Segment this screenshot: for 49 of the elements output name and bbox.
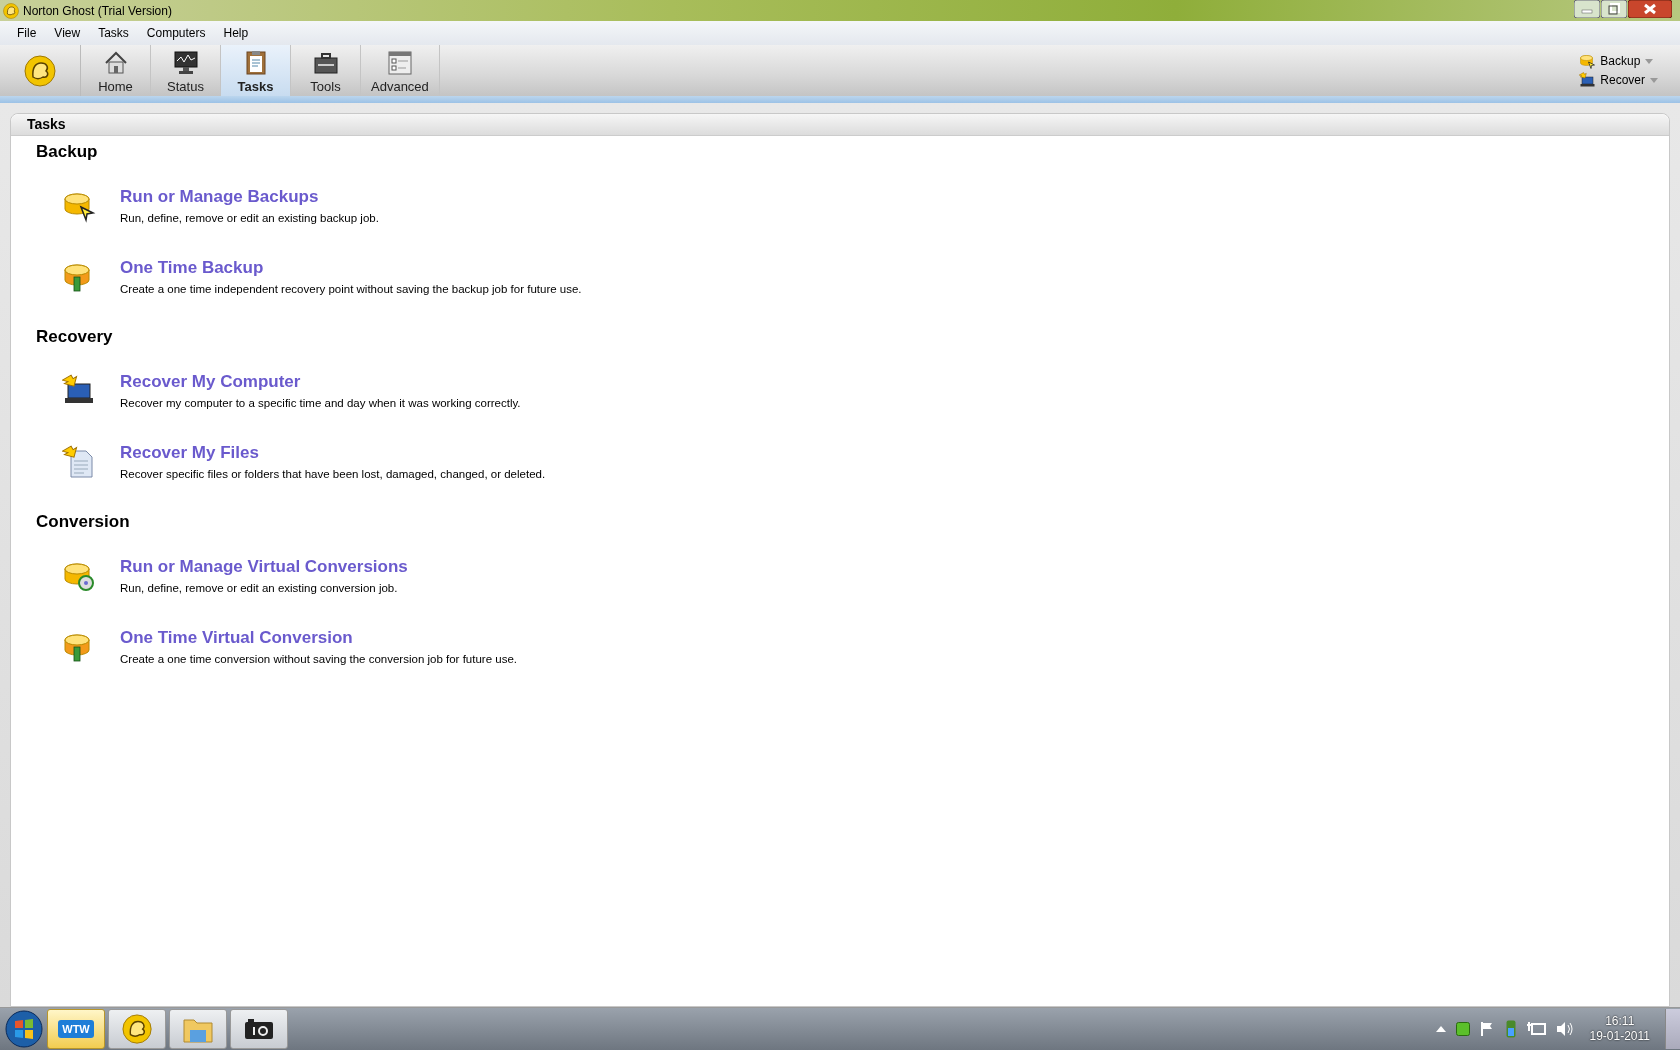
taskbar-app-button[interactable]: [230, 1009, 288, 1049]
menu-item[interactable]: View: [45, 26, 90, 40]
task-description: Create a one time conversion without saving the conversion job for future use.: [120, 653, 517, 665]
ghost-logo-icon[interactable]: [24, 54, 56, 87]
show-desktop-button[interactable]: [1665, 1009, 1680, 1049]
menu-item[interactable]: Help: [214, 26, 258, 40]
window-title: Norton Ghost (Trial Version): [23, 3, 172, 18]
toolbar-tab[interactable]: Tasks: [221, 45, 291, 96]
start-button[interactable]: [4, 1009, 44, 1049]
maximize-button[interactable]: [1601, 0, 1627, 18]
task-description: Run, define, remove or edit an existing backup job.: [120, 212, 379, 224]
document-with-arrow-icon: [62, 444, 96, 479]
section-heading: Backup: [36, 142, 99, 162]
menu-item[interactable]: Computers: [137, 26, 215, 40]
laptop-with-arrow-icon: [1579, 72, 1596, 88]
task-link[interactable]: Run or Manage Virtual Conversions: [120, 557, 408, 577]
menu-item[interactable]: File: [8, 26, 46, 40]
settings-window-icon: [385, 49, 414, 77]
tray-app-icon[interactable]: [1455, 1022, 1470, 1036]
minimize-button[interactable]: [1574, 0, 1600, 18]
quick-action-button[interactable]: Recover: [1579, 72, 1658, 88]
speech-bubble-icon: WTW: [58, 1020, 94, 1038]
task-description: Recover specific files or folders that have been lost, damaged, changed, or deleted.: [120, 468, 546, 480]
monitor-icon: [171, 49, 200, 77]
panel-title: Tasks: [11, 114, 1669, 136]
task-link[interactable]: One Time Backup: [120, 258, 264, 278]
clock[interactable]: 16:11 19-01-2011: [1583, 1014, 1656, 1044]
disk-with-cursor-icon: [1579, 53, 1596, 69]
quick-action-button[interactable]: Backup: [1579, 53, 1658, 69]
section-heading: Conversion: [36, 512, 131, 532]
section-heading: Recovery: [36, 327, 114, 347]
dropdown-caret-icon: [1650, 77, 1658, 83]
ghost-logo-icon: [3, 2, 19, 19]
task-link[interactable]: Recover My Computer: [120, 372, 301, 392]
task-description: Run, define, remove or edit an existing conversion job.: [120, 582, 398, 594]
task-link[interactable]: One Time Virtual Conversion: [120, 628, 353, 648]
menu-item[interactable]: Tasks: [89, 26, 138, 40]
taskbar-app-button[interactable]: WTW: [47, 1009, 105, 1049]
network-icon[interactable]: [1525, 1021, 1546, 1037]
dropdown-caret-icon: [1645, 58, 1654, 64]
task-description: Recover my computer to a specific time and day when it was working correctly.: [120, 397, 521, 409]
camera-icon: [244, 1018, 274, 1040]
speaker-icon[interactable]: [1555, 1021, 1574, 1037]
close-button[interactable]: [1628, 0, 1672, 18]
show-hidden-icons-icon[interactable]: [1435, 1026, 1446, 1032]
ghost-logo-icon: [122, 1014, 152, 1044]
task-description: Create a one time independent recovery point without saving the backup job for future use.: [120, 283, 582, 295]
task-link[interactable]: Recover My Files: [120, 443, 259, 463]
task-link[interactable]: Run or Manage Backups: [120, 187, 319, 207]
